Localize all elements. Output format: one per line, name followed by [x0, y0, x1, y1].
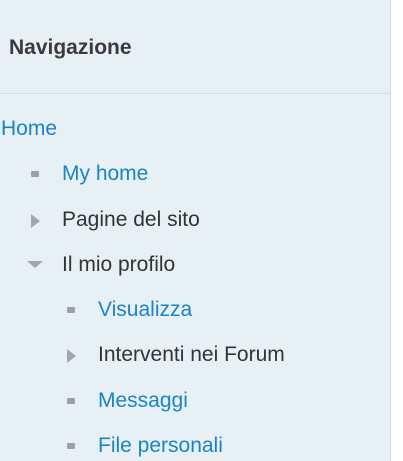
navigation-block: Navigazione Home My home Pagine del sito…: [0, 0, 391, 461]
nav-label-forum-posts[interactable]: Interventi nei Forum: [98, 343, 285, 367]
nav-label-site-pages[interactable]: Pagine del sito: [62, 208, 200, 232]
bullet-icon: [64, 303, 78, 317]
expand-arrow-icon[interactable]: [64, 348, 78, 363]
nav-link-view-profile[interactable]: Visualizza: [98, 298, 192, 322]
nav-label-my-profile[interactable]: Il mio profilo: [62, 253, 175, 277]
bullet-icon: [64, 394, 78, 408]
bullet-icon: [64, 439, 78, 453]
nav-link-home[interactable]: Home: [1, 117, 57, 141]
block-header: Navigazione: [0, 0, 390, 94]
nav-item-forum-posts[interactable]: Interventi nei Forum: [64, 340, 285, 370]
nav-item-messages[interactable]: Messaggi: [64, 386, 188, 416]
nav-item-site-pages[interactable]: Pagine del sito: [28, 205, 200, 235]
expand-arrow-icon[interactable]: [28, 213, 42, 228]
nav-item-my-home[interactable]: My home: [28, 159, 148, 189]
nav-link-personal-files[interactable]: File personali: [98, 434, 223, 458]
nav-item-view-profile[interactable]: Visualizza: [64, 295, 192, 325]
block-title: Navigazione: [9, 36, 132, 59]
nav-link-my-home[interactable]: My home: [62, 162, 148, 186]
collapse-arrow-icon[interactable]: [27, 258, 43, 272]
nav-item-home[interactable]: Home: [1, 114, 57, 144]
nav-item-personal-files[interactable]: File personali: [64, 431, 223, 461]
nav-item-my-profile[interactable]: Il mio profilo: [27, 250, 175, 280]
nav-link-messages[interactable]: Messaggi: [98, 389, 188, 413]
bullet-icon: [28, 167, 42, 181]
